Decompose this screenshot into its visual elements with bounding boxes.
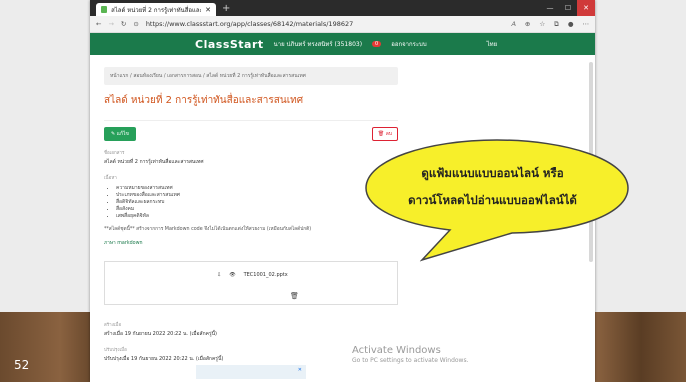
list-item: ประเภทของสื่อและสารสนเทศ — [116, 192, 398, 199]
ad-banner[interactable]: ✕ — [196, 365, 306, 379]
window-controls: — ☐ ✕ — [541, 0, 595, 16]
edit-label: แก้ไข — [116, 131, 129, 137]
url-field[interactable]: https://www.classstart.org/app/classes/6… — [146, 20, 353, 28]
action-row: ✎ แก้ไข 🗑 ลบ — [104, 120, 398, 141]
watermark-line2: Go to PC settings to activate Windows. — [352, 357, 469, 364]
breadcrumb: หน้าแรก / สอนห้องเรียน / เอกสารการสอน / … — [104, 67, 398, 85]
list-item: ความหมายของสารสนเทศ — [116, 185, 398, 192]
close-tab-icon[interactable]: ✕ — [205, 6, 211, 14]
maximize-icon[interactable]: ☐ — [559, 0, 577, 16]
language-selector[interactable]: ไทย — [487, 39, 498, 49]
ad-close-icon[interactable]: ✕ — [298, 367, 302, 373]
menu-icon[interactable]: ⋯ — [583, 20, 590, 29]
markdown-link[interactable]: ภาษา markdown — [104, 239, 398, 247]
zoom-icon[interactable]: ⊕ — [525, 20, 530, 29]
profile-icon[interactable]: ● — [568, 20, 574, 29]
name-label: ชื่อเอกสาร — [104, 151, 125, 156]
material-page: หน้าแรก / สอนห้องเรียน / เอกสารการสอน / … — [96, 62, 406, 382]
view-icon[interactable]: 👁 — [229, 272, 235, 278]
collections-icon[interactable]: ⧉ — [554, 20, 559, 29]
list-item: สื่อสังคม — [116, 206, 398, 213]
notification-icon[interactable]: 0 — [372, 41, 382, 47]
delete-file-icon[interactable]: 🗑 — [290, 292, 299, 300]
browser-actions: 𝘈 ⊕ ☆ ⧉ ● ⋯ — [511, 20, 589, 29]
minimize-icon[interactable]: — — [541, 0, 559, 16]
download-icon[interactable]: ⇩ — [217, 272, 221, 278]
list-item: สื่อดิจิทัลและผลกระทบ — [116, 199, 398, 206]
tab-title: สไลด์ หน่วยที่ 2 การรู้เท่าทันสื่อและสาร… — [111, 6, 201, 14]
created-label: สร้างเมื่อ — [104, 323, 122, 328]
file-row: ⇩ 👁 TEC1001_02.pptx — [217, 272, 288, 278]
slide-number: 52 — [14, 358, 30, 372]
forward-icon[interactable]: → — [108, 20, 113, 28]
address-bar: ← → ↻ ⊙ https://www.classstart.org/app/c… — [90, 16, 595, 33]
site-logo[interactable]: ClassStart — [195, 38, 264, 51]
file-name[interactable]: TEC1001_02.pptx — [244, 272, 288, 278]
delete-label: ลบ — [385, 131, 392, 137]
favicon-icon — [101, 6, 108, 13]
lock-icon: ⊙ — [133, 20, 139, 28]
created-value: สร้างเมื่อ 19 กันยายน 2022 20:22 น. (เมื… — [104, 331, 218, 337]
edit-button[interactable]: ✎ แก้ไข — [104, 127, 136, 141]
description-note: **สไลด์ชุดนี้** สร้างจากการ Markdown cod… — [104, 227, 312, 232]
new-tab-icon[interactable]: + — [222, 3, 230, 14]
callout-line1: ดูแฟ้มแนบแบบออนไลน์ หรือ — [421, 166, 564, 180]
tab-bar: สไลด์ หน่วยที่ 2 การรู้เท่าทันสื่อและสาร… — [90, 0, 595, 16]
logout-link[interactable]: ออกจากระบบ — [391, 39, 426, 49]
callout-line2: ดาวน์โหลดไปอ่านแบบออฟไลน์ได้ — [408, 193, 577, 207]
site-nav: ClassStart นาย ปภินทร์ ทรงสนิทร์ (351803… — [90, 33, 595, 55]
attachment-box: ⇩ 👁 TEC1001_02.pptx 🗑 — [104, 261, 398, 305]
refresh-icon[interactable]: ↻ — [121, 20, 126, 28]
close-window-icon[interactable]: ✕ — [577, 0, 595, 16]
name-value: สไลด์ หน่วยที่ 2 การรู้เท่าทันสื่อและสาร… — [104, 159, 204, 165]
description-label: เนื้อหา — [104, 176, 117, 181]
favorite-icon[interactable]: ☆ — [539, 20, 545, 29]
back-icon[interactable]: ← — [96, 20, 101, 28]
page-title: สไลด์ หน่วยที่ 2 การรู้เท่าทันสื่อและสาร… — [104, 95, 304, 106]
user-name[interactable]: นาย ปภินทร์ ทรงสนิทร์ (351803) — [274, 39, 362, 49]
watermark-line1: Activate Windows — [352, 345, 441, 356]
callout-text: ดูแฟ้มแนบแบบออนไลน์ หรือ ดาวน์โหลดไปอ่าน… — [380, 160, 605, 214]
read-aloud-icon[interactable]: 𝘈 — [511, 20, 515, 29]
activate-windows-watermark: Activate Windows Go to PC settings to ac… — [352, 345, 469, 364]
content-list: ความหมายของสารสนเทศ ประเภทของสื่อและสารส… — [116, 185, 398, 220]
list-item: เสพสื่อยุคดิจิทัล — [116, 213, 398, 220]
browser-tab[interactable]: สไลด์ หน่วยที่ 2 การรู้เท่าทันสื่อและสาร… — [96, 3, 216, 16]
